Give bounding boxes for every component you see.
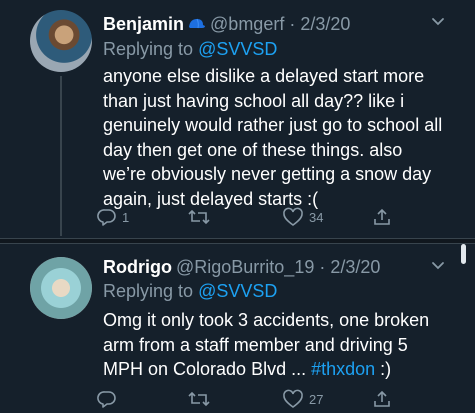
- tweet-header: Rodrigo @RigoBurrito_19 · 2/3/20: [103, 257, 380, 279]
- like-button[interactable]: 34: [282, 205, 323, 229]
- share-button[interactable]: [372, 387, 392, 411]
- like-button[interactable]: 27: [282, 387, 323, 411]
- reply-count: 1: [122, 209, 130, 225]
- replying-to-label: Replying to: [103, 39, 194, 59]
- replying-to: Replying to @SVVSD: [103, 39, 277, 60]
- tweet-text-line: MPH on Colorado Blvd ... #thxdon :): [103, 357, 455, 382]
- mention-link[interactable]: @SVVSD: [198, 39, 277, 59]
- mention-link[interactable]: @SVVSD: [198, 281, 277, 301]
- share-button[interactable]: [372, 205, 392, 229]
- reply-button[interactable]: 1: [97, 205, 129, 229]
- share-icon: [374, 390, 390, 407]
- replying-to-label: Replying to: [103, 281, 194, 301]
- reply-icon: [97, 209, 116, 226]
- tweet-text: Omg it only took 3 accidents, one broken…: [103, 308, 455, 382]
- tweet-text-segment: MPH on Colorado Blvd ...: [103, 359, 312, 379]
- tweet-header: Benjamin @bmgerf · 2/3/20: [103, 14, 350, 36]
- tweet-benjamin[interactable]: Benjamin @bmgerf · 2/3/20 Replying to @SV…: [0, 0, 475, 238]
- reply-button[interactable]: [97, 387, 117, 411]
- avatar[interactable]: [30, 257, 92, 319]
- retweet-icon: [188, 209, 210, 225]
- tweet-rodrigo[interactable]: Rodrigo @RigoBurrito_19 · 2/3/20 Replying…: [0, 244, 475, 413]
- tweet-text: anyone else dislike a delayed start more…: [103, 64, 455, 211]
- retweet-button[interactable]: [187, 205, 211, 229]
- replying-to: Replying to @SVVSD: [103, 281, 277, 302]
- tweet-text-line: we’re obviously never getting a snow day: [103, 164, 432, 184]
- tweet-text-line: Omg it only took 3 accidents, one broken: [103, 310, 430, 330]
- chevron-down-icon[interactable]: [431, 14, 445, 32]
- tweet-text-line: anyone else dislike a delayed start more: [103, 66, 425, 86]
- thread-line: [60, 76, 62, 236]
- scrollbar[interactable]: [461, 244, 466, 264]
- chevron-down-icon[interactable]: [431, 258, 445, 276]
- tweet-text-line: day then get one of these things. also: [103, 139, 403, 160]
- display-name[interactable]: Benjamin: [103, 14, 184, 34]
- display-name[interactable]: Rodrigo: [103, 257, 172, 277]
- like-count: 27: [309, 391, 324, 407]
- tweet-text-segment: :): [375, 359, 392, 379]
- handle-and-date[interactable]: @bmgerf · 2/3/20: [210, 14, 350, 34]
- avatar[interactable]: [30, 10, 92, 72]
- share-icon: [374, 208, 390, 225]
- tweet-actions: 27: [97, 387, 397, 411]
- tweet-text-line: genuinely would rather just go to school…: [103, 115, 443, 135]
- heart-icon: [283, 389, 303, 408]
- tweet-text-line: arm from a staff member and driving 5: [103, 334, 408, 355]
- retweet-button[interactable]: [187, 387, 211, 411]
- retweet-icon: [188, 391, 210, 407]
- handle-and-date[interactable]: @RigoBurrito_19 · 2/3/20: [176, 257, 380, 277]
- like-count: 34: [309, 209, 324, 225]
- reply-icon: [97, 391, 116, 408]
- tweet-actions: 1 34: [97, 205, 397, 229]
- heart-icon: [283, 207, 303, 226]
- tweet-text-line: than just having school all day?? like i: [103, 90, 405, 111]
- blue-cap-icon: [188, 15, 206, 36]
- hashtag-link[interactable]: #thxdon: [311, 359, 375, 379]
